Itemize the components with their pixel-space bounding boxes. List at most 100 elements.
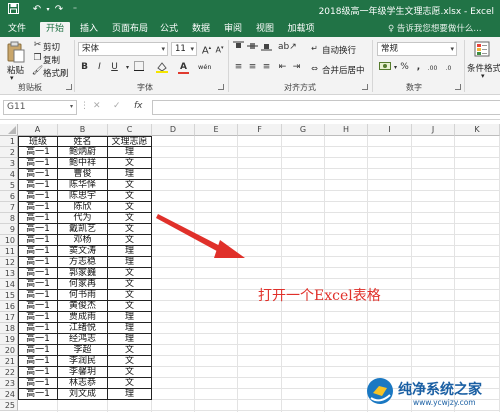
table-cell[interactable]: 何家再 <box>58 279 108 290</box>
row-header[interactable]: 18 <box>0 323 18 334</box>
row-header[interactable]: 6 <box>0 191 18 202</box>
table-cell[interactable]: 高一1 <box>18 169 58 180</box>
cancel-entry-icon[interactable]: ✕ <box>93 101 101 111</box>
row-header[interactable]: 14 <box>0 279 18 290</box>
column-header[interactable]: F <box>238 124 282 136</box>
paste-icon[interactable] <box>6 41 26 63</box>
italic-icon[interactable]: I <box>93 61 106 74</box>
table-cell[interactable]: 高一1 <box>18 202 58 213</box>
row-header[interactable]: 22 <box>0 367 18 378</box>
comma-icon[interactable]: , <box>412 61 425 74</box>
wrap-text-icon[interactable]: ↵ <box>308 42 321 55</box>
table-cell[interactable]: 高一1 <box>18 301 58 312</box>
bold-icon[interactable]: B <box>78 61 91 74</box>
column-header[interactable]: G <box>282 124 325 136</box>
row-header[interactable]: 24 <box>0 389 18 400</box>
row-header[interactable]: 21 <box>0 356 18 367</box>
row-header[interactable]: 11 <box>0 246 18 257</box>
table-cell[interactable]: 鲍中祥 <box>58 158 108 169</box>
table-cell[interactable]: 林志恭 <box>58 378 108 389</box>
table-cell[interactable]: 经鸿志 <box>58 334 108 345</box>
row-header[interactable]: 4 <box>0 169 18 180</box>
redo-icon[interactable]: ↷ <box>52 3 66 17</box>
increase-font-size-icon[interactable]: A▴ <box>200 42 213 56</box>
table-cell[interactable]: 高一1 <box>18 158 58 169</box>
table-cell[interactable]: 理 <box>108 257 152 268</box>
font-launcher-icon[interactable] <box>218 84 224 90</box>
column-header[interactable]: E <box>195 124 238 136</box>
row-header[interactable]: 2 <box>0 147 18 158</box>
orientation-icon[interactable]: ab↗ <box>278 41 297 54</box>
number-format-select[interactable]: 常规 ▾ <box>377 42 457 56</box>
copy-button[interactable]: 复制 <box>43 54 60 66</box>
column-header[interactable]: H <box>325 124 368 136</box>
table-cell[interactable]: 陈欣 <box>58 202 108 213</box>
table-cell[interactable]: 高一1 <box>18 389 58 400</box>
table-cell[interactable]: 文 <box>108 224 152 235</box>
tab-page-layout[interactable]: 页面布局 <box>108 22 152 37</box>
table-cell[interactable]: 代为 <box>58 213 108 224</box>
wrap-text-button[interactable]: 自动换行 <box>322 44 356 56</box>
table-cell[interactable]: 江绪悦 <box>58 323 108 334</box>
table-cell[interactable]: 文 <box>108 202 152 213</box>
row-header[interactable]: 19 <box>0 334 18 345</box>
align-center-icon[interactable]: ≡ <box>246 61 259 74</box>
table-cell[interactable]: 陈思宇 <box>58 191 108 202</box>
table-cell[interactable]: 高一1 <box>18 235 58 246</box>
table-cell[interactable]: 李润民 <box>58 356 108 367</box>
table-cell[interactable]: 文 <box>108 213 152 224</box>
column-header[interactable]: A <box>18 124 58 136</box>
table-cell[interactable]: 理 <box>108 312 152 323</box>
font-size-select[interactable]: 11 ▾ <box>171 42 197 56</box>
table-cell[interactable]: 陈华怿 <box>58 180 108 191</box>
tab-formulas[interactable]: 公式 <box>156 22 182 37</box>
table-cell[interactable]: 郭家巍 <box>58 268 108 279</box>
tab-view[interactable]: 视图 <box>252 22 278 37</box>
table-cell[interactable]: 高一1 <box>18 367 58 378</box>
table-cell[interactable]: 理 <box>108 147 152 158</box>
table-cell[interactable]: 文 <box>108 191 152 202</box>
table-cell[interactable]: 理 <box>108 389 152 400</box>
table-cell[interactable]: 李馨玥 <box>58 367 108 378</box>
table-cell[interactable]: 高一1 <box>18 268 58 279</box>
table-cell[interactable]: 高一1 <box>18 246 58 257</box>
decrease-indent-icon[interactable]: ⇤ <box>276 61 289 74</box>
name-box-dropdown-icon[interactable]: ▾ <box>70 103 73 110</box>
table-cell[interactable]: 文 <box>108 235 152 246</box>
table-cell[interactable]: 刘文成 <box>58 389 108 400</box>
row-header[interactable]: 23 <box>0 378 18 389</box>
underline-icon[interactable]: U <box>108 61 121 74</box>
cut-button[interactable]: 剪切 <box>43 41 60 53</box>
header-cell[interactable]: 文理志愿 <box>108 136 152 147</box>
number-launcher-icon[interactable] <box>455 84 461 90</box>
align-middle-icon[interactable] <box>246 41 259 54</box>
row-header[interactable]: 13 <box>0 268 18 279</box>
table-cell[interactable]: 戴凯艺 <box>58 224 108 235</box>
column-header[interactable]: J <box>412 124 455 136</box>
header-cell[interactable]: 姓名 <box>58 136 108 147</box>
decrease-font-size-icon[interactable]: A▾ <box>213 42 226 55</box>
column-header[interactable]: K <box>455 124 500 136</box>
save-icon[interactable] <box>6 3 20 17</box>
tab-addins[interactable]: 加载项 <box>284 22 318 37</box>
row-header[interactable]: 9 <box>0 224 18 235</box>
align-left-icon[interactable]: ≡ <box>232 61 245 74</box>
align-bottom-icon[interactable] <box>260 41 273 54</box>
table-cell[interactable]: 高一1 <box>18 378 58 389</box>
table-cell[interactable]: 高一1 <box>18 213 58 224</box>
table-cell[interactable]: 何书雨 <box>58 290 108 301</box>
table-cell[interactable]: 理 <box>108 246 152 257</box>
row-header[interactable]: 10 <box>0 235 18 246</box>
conditional-format-icon[interactable] <box>474 41 492 59</box>
table-cell[interactable]: 高一1 <box>18 323 58 334</box>
alignment-launcher-icon[interactable] <box>362 84 368 90</box>
clipboard-launcher-icon[interactable] <box>66 84 72 90</box>
formula-bar-grip-icon[interactable]: ⋮ <box>80 101 89 111</box>
row-header[interactable]: 15 <box>0 290 18 301</box>
table-cell[interactable]: 高一1 <box>18 279 58 290</box>
merge-center-button[interactable]: 合并后居中 <box>322 64 365 76</box>
table-cell[interactable]: 文 <box>108 301 152 312</box>
phonetic-guide-icon[interactable]: wén <box>198 63 211 71</box>
customize-quick-access-icon[interactable]: ⁼ <box>68 3 82 17</box>
insert-function-icon[interactable]: fx <box>134 101 143 111</box>
